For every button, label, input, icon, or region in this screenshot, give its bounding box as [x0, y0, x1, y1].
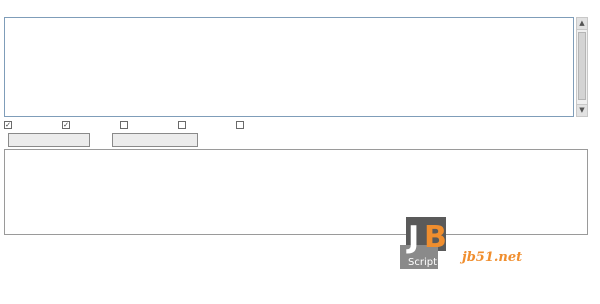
options-row: ✓ ✓: [4, 119, 294, 131]
debug-detail-line: [4, 268, 274, 280]
site-domain: jb51.net: [462, 250, 523, 265]
debug-info-line: [4, 285, 274, 297]
corner-watermark: [536, 289, 598, 302]
load-example-link[interactable]: [41, 5, 97, 17]
option-3-label: [130, 119, 176, 131]
source-scrollbar[interactable]: ▲ ▼: [576, 17, 588, 117]
debug-status-line: [4, 252, 274, 264]
scroll-down-arrow-icon[interactable]: ▼: [577, 104, 587, 116]
output-textarea[interactable]: [4, 149, 588, 235]
option-2-label: [72, 119, 118, 131]
primary-action-button[interactable]: [8, 133, 90, 147]
option-2[interactable]: ✓: [62, 119, 120, 131]
source-label: [6, 5, 38, 17]
option-4-label: [188, 119, 234, 131]
logo-script-text: Script: [408, 257, 437, 268]
scroll-thumb[interactable]: [578, 32, 586, 100]
jb51-logo: J B Script: [400, 217, 447, 269]
option-3[interactable]: [120, 119, 178, 131]
site-name: [462, 226, 567, 244]
logo-letter-b: B: [424, 220, 447, 255]
option-1[interactable]: ✓: [4, 119, 62, 131]
option-4[interactable]: [178, 119, 236, 131]
checkbox-2[interactable]: ✓: [62, 121, 70, 129]
option-5-label: [246, 119, 292, 131]
checkbox-3[interactable]: [120, 121, 128, 129]
debug-title: [4, 238, 64, 250]
scroll-up-arrow-icon[interactable]: ▲: [577, 18, 587, 30]
checkbox-4[interactable]: [178, 121, 186, 129]
logo-letter-j: J: [406, 220, 419, 255]
option-5[interactable]: [236, 119, 294, 131]
source-code-textarea[interactable]: [4, 17, 574, 117]
checkbox-5[interactable]: [236, 121, 244, 129]
checkbox-1[interactable]: ✓: [4, 121, 12, 129]
option-1-label: [14, 119, 60, 131]
secondary-action-button[interactable]: [112, 133, 198, 147]
